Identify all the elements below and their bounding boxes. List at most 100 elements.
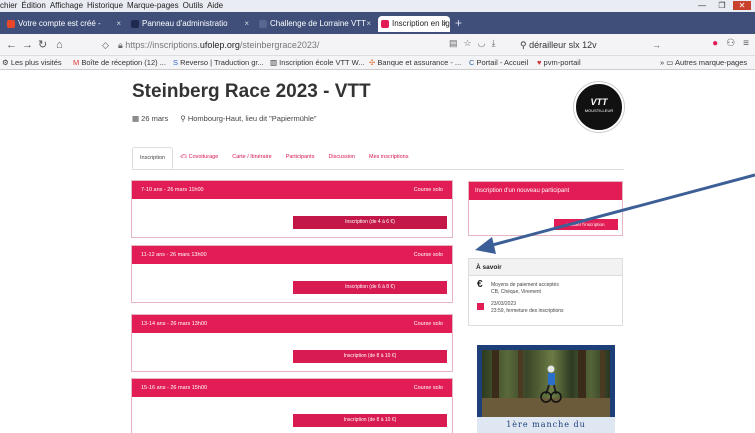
inscription-button[interactable]: Inscription (de 8 à 10 €) [293, 414, 447, 427]
inscription-button[interactable]: Inscription (de 6 à 8 €) [293, 281, 447, 294]
tab-carte[interactable]: Carte / Itinéraire [225, 147, 278, 169]
car-icon: 🚗︎ [180, 154, 189, 160]
course-title: 13-14 ans - 26 mars 13h00 [141, 321, 208, 327]
deadline-date: 23/03/2023 [491, 301, 517, 307]
new-participant-panel: Inscription d'un nouveau participant Val… [468, 181, 623, 236]
bookmark-reverso[interactable]: S Reverso | Traduction gr... [173, 58, 264, 67]
minimize-button[interactable]: — [693, 1, 711, 10]
gear-icon: ⚙ [2, 58, 11, 67]
url-bar[interactable]: 🔒︎ https://inscriptions.ufolep.org/stein… [118, 37, 468, 53]
maximize-button[interactable]: ❐ [713, 1, 731, 10]
close-tab-icon[interactable]: × [442, 16, 447, 32]
download-icon[interactable]: ⤓ [491, 38, 495, 49]
menu-affichage[interactable]: Affichage [50, 1, 83, 10]
bookmark-les-plus-visites[interactable]: ⚙ Les plus visités [2, 58, 62, 67]
close-tab-icon[interactable]: × [116, 16, 121, 32]
close-tab-icon[interactable]: × [244, 16, 249, 32]
browser-tab-panneau-admin[interactable]: Panneau d'administratio × [128, 16, 252, 32]
admin-icon [131, 20, 139, 28]
course-title: 15-16 ans - 26 mars 15h00 [141, 385, 208, 391]
search-box[interactable]: ⚲ dérailleur slx 12v [520, 37, 597, 53]
tab-label: Panneau d'administratio [142, 19, 228, 28]
close-tab-icon[interactable]: × [366, 16, 371, 32]
tab-strip: Votre compte est créé - × Panneau d'admi… [0, 12, 755, 34]
menu-historique[interactable]: Historique [87, 1, 123, 10]
event-poster[interactable]: 1ère manche du [477, 345, 615, 433]
ufolep-icon [381, 20, 389, 28]
logo-subtext: MOUSTILLEUR [584, 108, 614, 113]
hamburger-menu-icon[interactable]: ≡ [743, 38, 749, 49]
forward-arrow-icon[interactable]: → [22, 38, 33, 52]
bookmark-label: Inscription école VTT W... [279, 58, 365, 67]
menu-aide[interactable]: Aide [207, 1, 223, 10]
tab-inscription[interactable]: Inscription [132, 147, 174, 169]
bookmark-pvm-portail[interactable]: ♥ pvm-portail [537, 58, 581, 67]
account-icon[interactable]: ⚇ [726, 38, 735, 49]
home-icon[interactable]: ⌂ [56, 38, 63, 52]
course-type: Course solo [413, 187, 443, 193]
inscription-button[interactable]: Inscription (de 4 à 6 €) [293, 216, 447, 229]
bookmark-boite-reception[interactable]: M Boîte de réception (12) ... [73, 58, 166, 67]
portail-icon: C [469, 58, 477, 67]
bookmark-inscription-ecole[interactable]: ▥ Inscription école VTT W... [270, 58, 364, 67]
validate-inscription-button[interactable]: Valider l'inscription [554, 219, 618, 230]
tab-covoiturage[interactable]: 🚗︎ Covoiturage [173, 147, 225, 169]
extension-icon[interactable]: ● [712, 38, 718, 49]
bookmark-autres[interactable]: » ▭ Autres marque-pages [660, 58, 747, 67]
chevron-more-icon: » ▭ [660, 58, 676, 67]
close-window-button[interactable]: ✕ [733, 1, 751, 10]
course-title: 11-12 ans - 26 mars 13h00 [141, 252, 207, 258]
course-header: 7-10 ans - 26 mars 11h00 Course solo [132, 181, 452, 199]
browser-tab-votre-compte[interactable]: Votre compte est créé - × [4, 16, 124, 32]
menu-bar: chier Édition Affichage Historique Marqu… [0, 0, 755, 12]
tabs-divider [132, 169, 624, 170]
page-content: Steinberg Race 2023 - VTT ▦ 26 mars ⚲ Ho… [0, 70, 755, 433]
menu-edition[interactable]: Édition [21, 1, 45, 10]
tab-discussion[interactable]: Discussion [321, 147, 362, 169]
url-prefix: https://inscriptions. [125, 40, 200, 50]
course-type: Course solo [413, 321, 443, 327]
tab-participants[interactable]: Participants [279, 147, 322, 169]
course-card: 13-14 ans - 26 mars 13h00 Course solo In… [131, 314, 453, 372]
search-icon: ⚲ [520, 40, 530, 50]
pocket-icon[interactable]: ◡ [478, 38, 486, 49]
bookmark-portail[interactable]: C Portail - Accueil [469, 58, 528, 67]
browser-tab-challenge-lorraine[interactable]: Challenge de Lorraine VTT × [256, 16, 374, 32]
bookmark-star-icon[interactable]: ☆ [464, 38, 472, 49]
euro-icon: € [477, 279, 483, 290]
event-meta: ▦ 26 mars ⚲ Hombourg-Haut, lieu dit "Pap… [132, 114, 317, 123]
payment-methods: CB, Chèque, Virement [491, 289, 541, 295]
shield-icon[interactable]: ◇ [102, 38, 109, 52]
reload-icon[interactable]: ↻ [38, 38, 47, 52]
bookmark-label: Les plus visités [10, 58, 62, 67]
bookmark-label: Boîte de réception (12) ... [81, 58, 166, 67]
menu-outils[interactable]: Outils [183, 1, 203, 10]
browser-tab-inscription-active[interactable]: Inscription en ligne - UF × [378, 16, 450, 32]
bookmarks-bar: ⚙ Les plus visités M Boîte de réception … [0, 56, 755, 70]
menu-marque-pages[interactable]: Marque-pages [127, 1, 179, 10]
site-icon [259, 20, 267, 28]
tab-mes-inscriptions[interactable]: Mes inscriptions [362, 147, 415, 169]
navigation-bar: ← → ↻ ⌂ ◇ 🔒︎ https://inscriptions.ufolep… [0, 34, 755, 56]
search-go-arrow-icon[interactable]: → [652, 38, 661, 52]
tab-label: Votre compte est créé - [18, 19, 101, 28]
course-type: Course solo [413, 252, 443, 258]
back-arrow-icon[interactable]: ← [6, 38, 17, 52]
course-type: Course solo [413, 385, 443, 391]
logo-text: VTT [590, 97, 608, 107]
page-title: Steinberg Race 2023 - VTT [132, 81, 371, 102]
calendar-icon [477, 303, 484, 310]
reader-icon[interactable]: ▤ [449, 38, 458, 49]
new-tab-button[interactable]: + [455, 16, 462, 30]
inscription-button[interactable]: Inscription (de 8 à 10 €) [293, 350, 447, 363]
tab-label: Inscription en ligne - UF [392, 19, 450, 28]
event-tabs: Inscription 🚗︎ Covoiturage Carte / Itiné… [132, 147, 415, 169]
course-card: 7-10 ans - 26 mars 11h00 Course solo Ins… [131, 180, 453, 238]
menu-fichier[interactable]: chier [0, 1, 17, 10]
bookmark-banque[interactable]: ✣ Banque et assurance - ... [369, 58, 461, 67]
poster-banner: 1ère manche du [477, 417, 615, 433]
a-savoir-title: À savoir [469, 259, 622, 276]
browser-window: chier Édition Affichage Historique Marqu… [0, 0, 755, 433]
search-query: dérailleur slx 12v [529, 40, 597, 50]
tab-label: Covoiturage [188, 154, 219, 160]
